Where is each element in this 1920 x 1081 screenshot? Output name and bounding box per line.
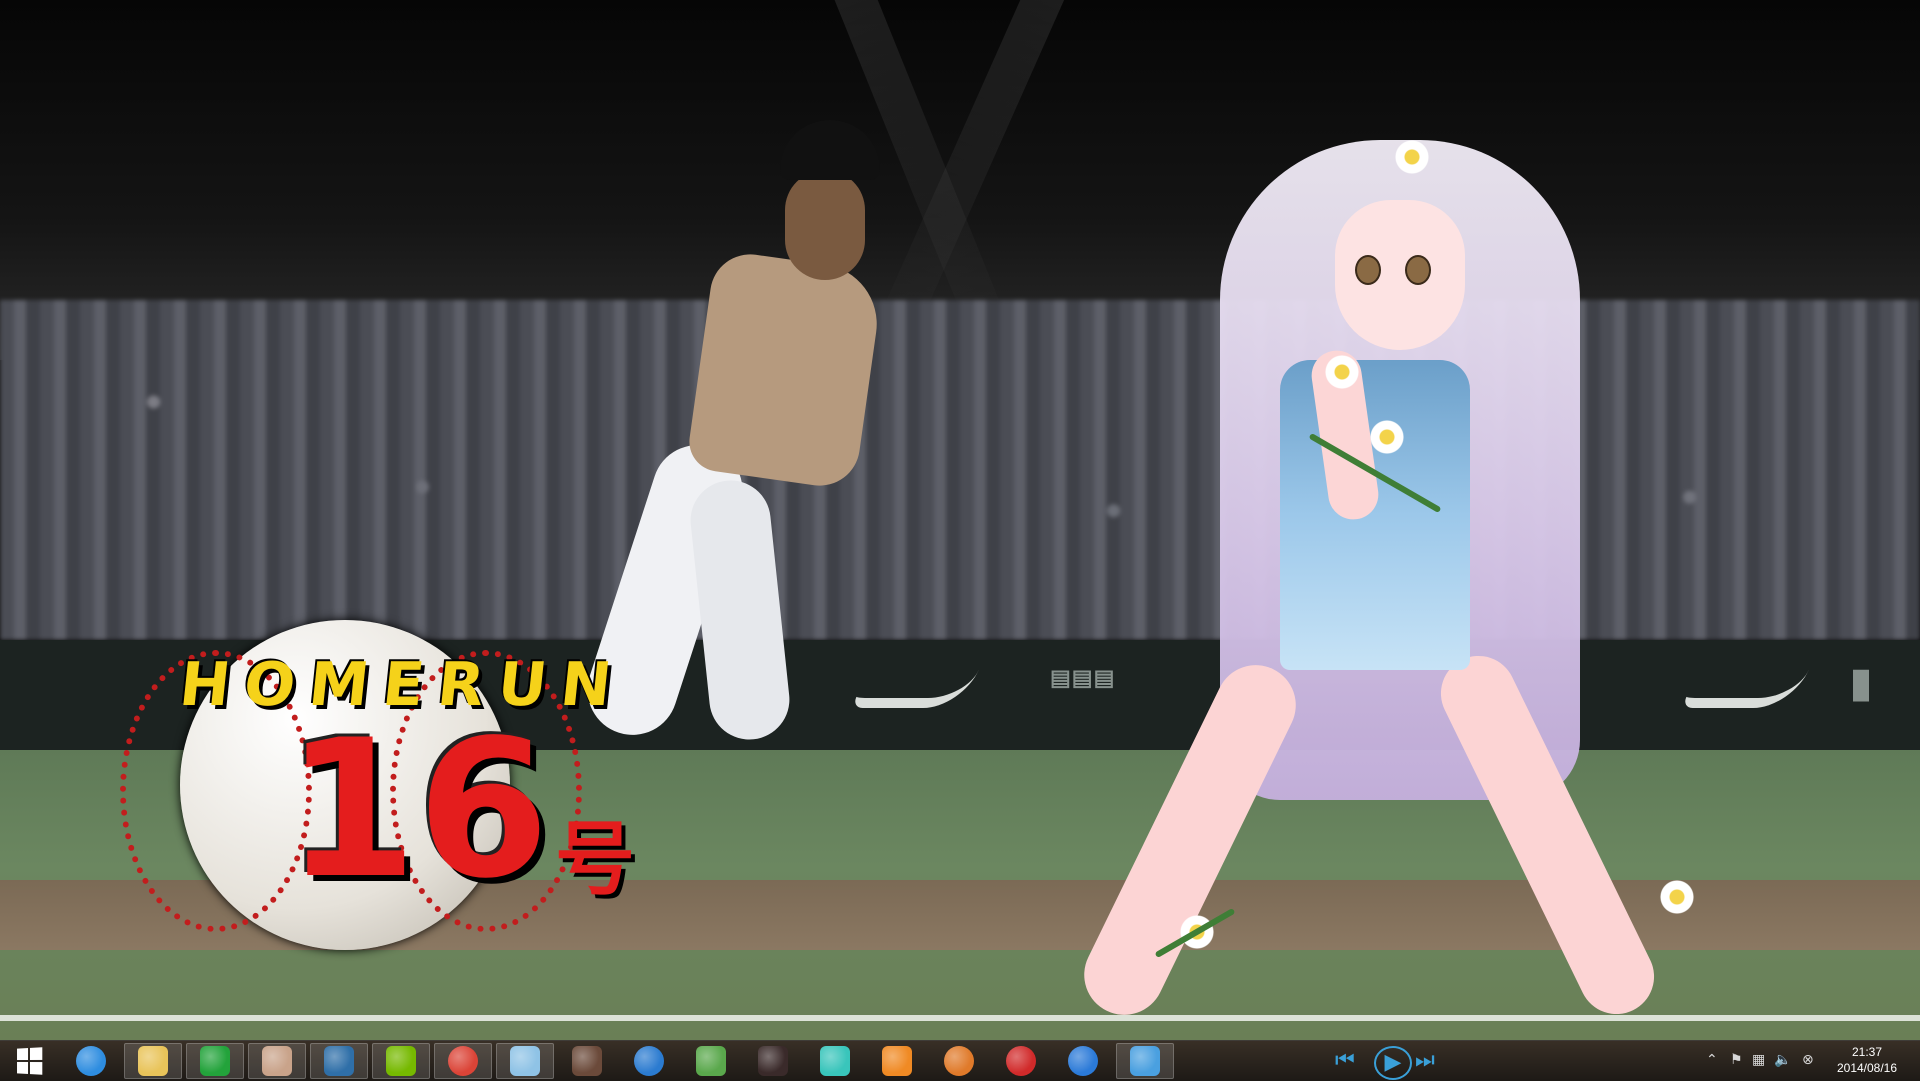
character-dress [1280,360,1470,670]
network-icon[interactable]: ▦ [1752,1050,1765,1070]
taskbar-button-editor[interactable] [682,1043,740,1079]
store-icon [200,1046,230,1076]
stadium-crowd [0,300,1920,640]
batter-head [785,170,865,280]
music-player-icon [1068,1046,1098,1076]
media-next-button[interactable]: ⏭ [1415,1046,1435,1076]
flower-ornament [1325,355,1359,389]
chrome-icon [448,1046,478,1076]
start-button[interactable] [0,1043,58,1079]
notepad-icon [510,1046,540,1076]
character-face [1335,200,1465,350]
batter-torso [685,249,885,491]
flower-ornament [1395,140,1429,174]
character-eye [1355,255,1381,285]
flower-ornament [1370,420,1404,454]
taskbar-button-monkey[interactable] [930,1043,988,1079]
internet-explorer-icon [76,1046,106,1076]
taskbar [0,1040,1920,1081]
homerun-number: 16 [285,699,550,920]
taskbar-button-app-girl1[interactable] [248,1043,306,1079]
nvidia-icon [386,1046,416,1076]
flower-ornament [1660,880,1694,914]
desktop-wallpaper: ▤▤▤ ▮ HOMERUN 16 号 [0,0,1920,1040]
music-note-icon [1130,1046,1160,1076]
taskbar-button-notepad[interactable] [496,1043,554,1079]
taskbar-button-chrome[interactable] [434,1043,492,1079]
character-eye [1405,255,1431,285]
taskbar-button-miku[interactable] [806,1043,864,1079]
windows-logo-icon [17,1047,43,1075]
clock-time: 21:37 [1851,1045,1883,1059]
taskbar-button-store[interactable] [186,1043,244,1079]
nike-logo [1681,670,1809,708]
action-center-flag-icon[interactable]: ⚑ [1730,1050,1743,1070]
foul-line [0,1015,1920,1021]
miku-app-icon [820,1046,850,1076]
taskbar-button-app-girl3[interactable] [744,1043,802,1079]
character-app-icon [572,1046,602,1076]
volume-icon[interactable]: 🔈 [1774,1050,1791,1070]
taskbar-button-app-girl2[interactable] [558,1043,616,1079]
taskbar-button-app-blue[interactable] [310,1043,368,1079]
character-app-icon [262,1046,292,1076]
taskbar-button-music[interactable] [1054,1043,1112,1079]
monkey-app-icon [944,1046,974,1076]
taskbar-button-ie[interactable] [62,1043,120,1079]
taskbar-button-music2[interactable] [1116,1043,1174,1079]
character-app-icon [758,1046,788,1076]
figure-app-icon [324,1046,354,1076]
red-app-icon [1006,1046,1036,1076]
taskbar-button-explorer[interactable] [124,1043,182,1079]
homerun-suffix: 号 [555,813,635,906]
media-play-button[interactable]: ▶ [1374,1046,1412,1080]
taskbar-button-nvidia[interactable] [372,1043,430,1079]
tray-close-icon[interactable]: ⊗ [1802,1050,1814,1070]
taskbar-button-video[interactable] [868,1043,926,1079]
nike-logo [851,670,979,708]
wall-sign: ▮ [1850,661,1874,705]
lightning-app-icon [634,1046,664,1076]
wall-sign: ▤▤▤ [1050,665,1116,690]
pen-app-icon [696,1046,726,1076]
file-explorer-icon [138,1046,168,1076]
video-player-icon [882,1046,912,1076]
taskbar-clock[interactable]: 21:37 2014/08/16 [1820,1044,1914,1076]
tray-chevron-icon[interactable]: ⌃ [1706,1050,1718,1070]
media-previous-button[interactable]: ⏮ [1335,1046,1355,1076]
taskbar-button-red[interactable] [992,1043,1050,1079]
taskbar-button-thunder[interactable] [620,1043,678,1079]
clock-date: 2014/08/16 [1836,1061,1898,1075]
